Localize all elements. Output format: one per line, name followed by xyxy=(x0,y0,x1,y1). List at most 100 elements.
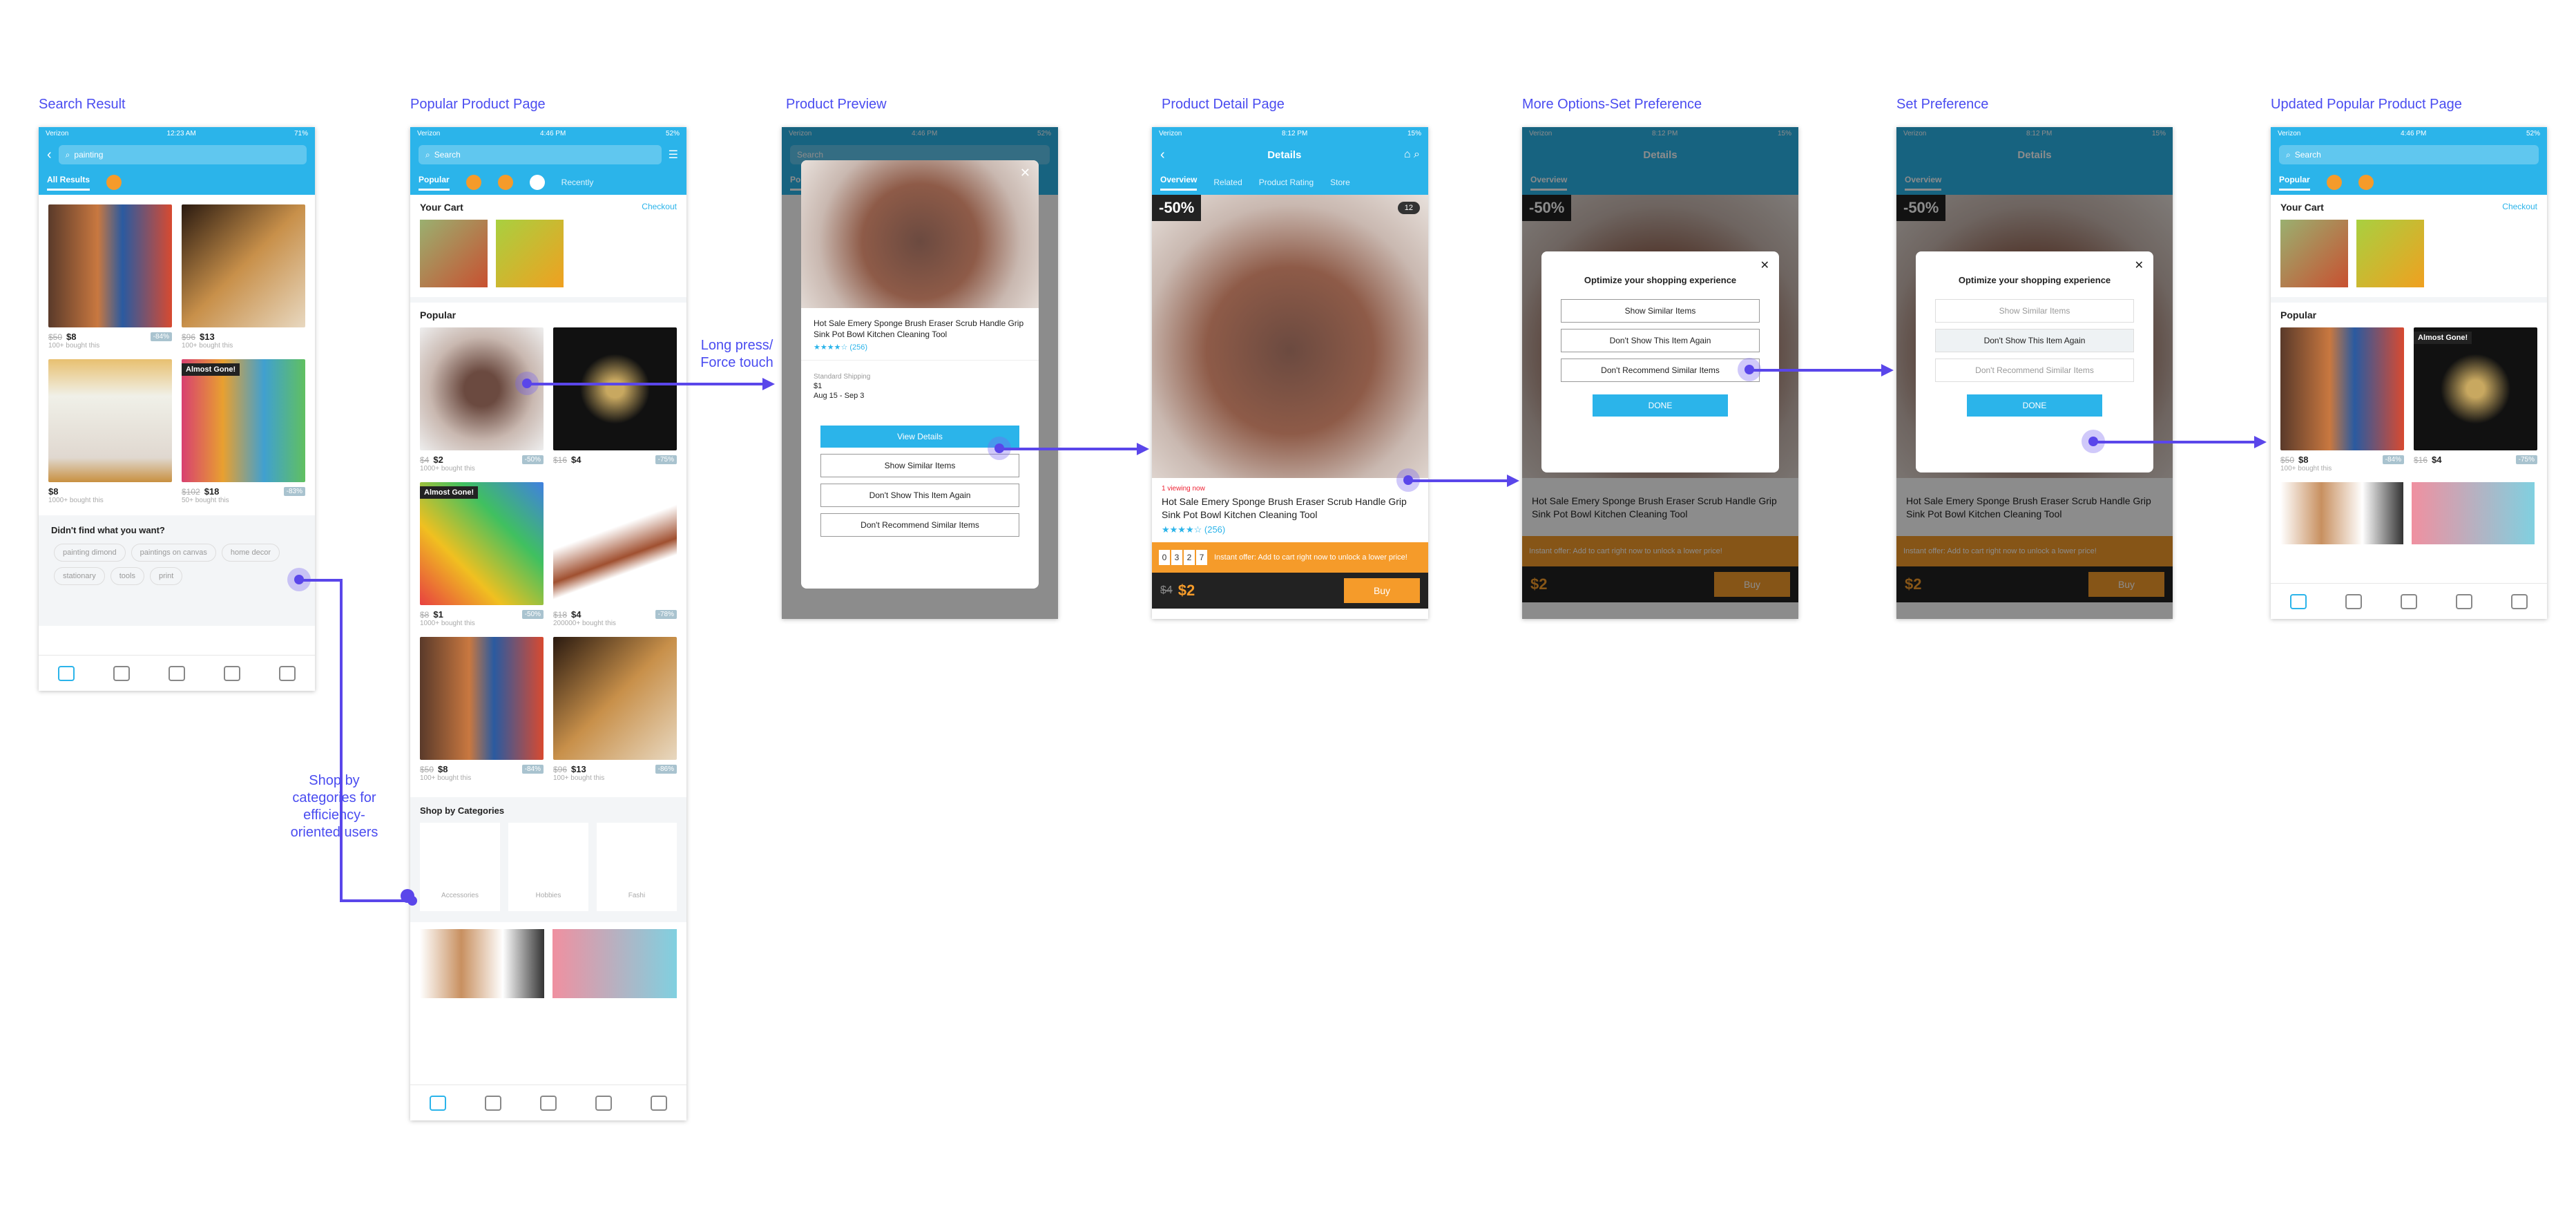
menu-icon[interactable] xyxy=(651,1095,667,1111)
preview-card: ✕ Hot Sale Emery Sponge Brush Eraser Scr… xyxy=(801,160,1039,589)
shipping-price: $1 xyxy=(814,382,823,391)
show-similar-option[interactable]: Show Similar Items xyxy=(1561,299,1760,323)
checkout-link[interactable]: Checkout xyxy=(642,202,677,213)
product-card[interactable]: $96 $13 -86% 100+ bought this xyxy=(553,637,677,782)
show-similar-button[interactable]: Show Similar Items xyxy=(820,454,1019,478)
home-icon[interactable] xyxy=(430,1095,446,1111)
shipping-icon[interactable] xyxy=(497,175,513,190)
cart-icon[interactable]: ⌂ ⌕ xyxy=(1404,149,1420,161)
tab-rating[interactable]: Product Rating xyxy=(1259,178,1314,187)
category-hobbies[interactable]: Hobbies xyxy=(508,823,588,911)
dont-show-option-selected[interactable]: Don't Show This Item Again xyxy=(1935,329,2134,352)
close-icon[interactable]: ✕ xyxy=(1760,258,1769,272)
more-products-row xyxy=(410,922,686,1005)
product-card[interactable]: $96 $13 100+ bought this xyxy=(182,204,305,350)
back-icon[interactable]: ‹ xyxy=(47,147,52,163)
dont-recommend-option[interactable]: Don't Recommend Similar Items xyxy=(1935,359,2134,382)
tab-popular[interactable]: Popular xyxy=(419,175,450,191)
product-card[interactable]: $16 $4 -75% xyxy=(553,327,677,472)
menu-icon[interactable] xyxy=(279,665,296,681)
cart-item[interactable] xyxy=(420,220,488,287)
tab-related[interactable]: Related xyxy=(1213,178,1242,187)
product-card[interactable]: Almost Gone! $8 $1 -50% 1000+ bought this xyxy=(420,482,544,627)
filter-icon[interactable]: ☰ xyxy=(669,148,678,162)
flash-icon[interactable] xyxy=(2326,175,2342,190)
cart-item[interactable] xyxy=(496,220,564,287)
cart-item[interactable] xyxy=(2356,220,2424,287)
product-card[interactable]: $50 $8 -84% 100+ bought this xyxy=(48,204,172,350)
product-card[interactable]: $4 $2 -50% 1000+ bought this xyxy=(420,327,544,472)
status-bar: Verizon 12:23 AM 71% xyxy=(39,127,315,140)
tab-store[interactable]: Store xyxy=(1330,178,1350,187)
category-accessories[interactable]: Accessories xyxy=(420,823,500,911)
product-card[interactable] xyxy=(420,929,544,998)
arrow-head xyxy=(762,378,775,390)
dont-show-option[interactable]: Don't Show This Item Again xyxy=(1561,329,1760,352)
detail-header: ‹ Details ⌂ ⌕ xyxy=(1152,140,1428,170)
popular-grid: $4 $2 -50% 1000+ bought this $16 $4 -75% Almo… xyxy=(410,327,686,782)
bottom-nav xyxy=(410,1085,686,1120)
product-card[interactable]: Almost Gone! $102 $18 -83% 50+ bought this xyxy=(182,359,305,504)
search-icon: ⌕ xyxy=(65,149,70,160)
tag-chip[interactable]: paintings on canvas xyxy=(131,544,216,562)
done-button[interactable]: DONE xyxy=(1967,394,2102,417)
almost-gone-badge: Almost Gone! xyxy=(420,486,479,499)
back-icon[interactable]: ‹ xyxy=(1160,147,1165,163)
product-card[interactable] xyxy=(2280,482,2403,544)
your-cart-section: Your Cart Checkout xyxy=(2280,202,2537,213)
product-card[interactable] xyxy=(552,929,677,998)
tab-all-results[interactable]: All Results xyxy=(47,175,90,191)
cart-item[interactable] xyxy=(2280,220,2348,287)
tag-chip[interactable]: home decor xyxy=(221,544,280,562)
tag-chip[interactable]: stationary xyxy=(54,567,105,585)
product-card[interactable]: $18 $4 -78% 200000+ bought this xyxy=(553,482,677,627)
checkout-link[interactable]: Checkout xyxy=(2502,202,2537,213)
product-card[interactable]: $50 $8 -84% 100+ bought this xyxy=(420,637,544,782)
search-input[interactable]: ⌕ Search xyxy=(2279,145,2539,164)
tag-chip[interactable]: print xyxy=(149,567,183,585)
show-similar-option[interactable]: Show Similar Items xyxy=(1935,299,2134,323)
product-card[interactable]: Almost Gone! $16 $4 -75% xyxy=(2414,327,2537,472)
search-result-screen: Verizon 12:23 AM 71% ‹ ⌕ painting All Resul… xyxy=(39,127,315,691)
cart-icon[interactable] xyxy=(224,665,240,681)
product-card[interactable] xyxy=(2412,482,2535,544)
buy-button[interactable]: Buy xyxy=(1344,577,1420,603)
tab-popular[interactable]: Popular xyxy=(2279,175,2310,191)
flash-icon[interactable] xyxy=(465,175,481,190)
categories-icon[interactable] xyxy=(2401,593,2417,609)
gift-icon[interactable] xyxy=(529,175,545,190)
didnt-find-label: Didn't find what you want? xyxy=(51,525,165,535)
shipping-icon[interactable] xyxy=(106,175,122,190)
shipping-icon[interactable] xyxy=(2358,175,2374,190)
search-icon[interactable] xyxy=(113,665,130,681)
tag-chip[interactable]: tools xyxy=(110,567,144,585)
cart-icon[interactable] xyxy=(595,1095,612,1111)
search-icon[interactable] xyxy=(485,1095,501,1111)
categories-icon[interactable] xyxy=(540,1095,557,1111)
dont-show-button[interactable]: Don't Show This Item Again xyxy=(820,484,1019,508)
product-card[interactable]: $8 1000+ bought this xyxy=(48,359,172,504)
connector-arrow xyxy=(528,383,764,385)
tab-recently[interactable]: Recently xyxy=(561,178,594,187)
connector-arrow xyxy=(1750,369,1883,372)
product-card[interactable]: $50 $8 -84% 100+ bought this xyxy=(2280,327,2404,472)
cart-icon[interactable] xyxy=(2456,593,2472,609)
home-icon[interactable] xyxy=(58,665,75,681)
menu-icon[interactable] xyxy=(2511,593,2528,609)
category-fashion[interactable]: Fashi xyxy=(597,823,677,911)
arrow-head xyxy=(1507,475,1519,487)
dont-recommend-button[interactable]: Don't Recommend Similar Items xyxy=(820,513,1019,537)
bottom-nav xyxy=(2271,583,2547,619)
search-icon[interactable] xyxy=(2345,593,2362,609)
search-input[interactable]: ⌕ Search xyxy=(419,145,662,164)
dont-recommend-option[interactable]: Don't Recommend Similar Items xyxy=(1561,359,1760,382)
close-icon[interactable]: ✕ xyxy=(2135,258,2144,272)
status-bar: Verizon 4:46 PM 52% xyxy=(410,127,686,140)
close-icon[interactable]: ✕ xyxy=(1020,166,1030,180)
search-input[interactable]: ⌕ painting xyxy=(58,145,307,164)
tag-chip[interactable]: painting dimond xyxy=(54,544,126,562)
categories-icon[interactable] xyxy=(169,665,185,681)
done-button[interactable]: DONE xyxy=(1593,394,1728,417)
home-icon[interactable] xyxy=(2290,593,2307,609)
tab-overview[interactable]: Overview xyxy=(1160,175,1198,191)
